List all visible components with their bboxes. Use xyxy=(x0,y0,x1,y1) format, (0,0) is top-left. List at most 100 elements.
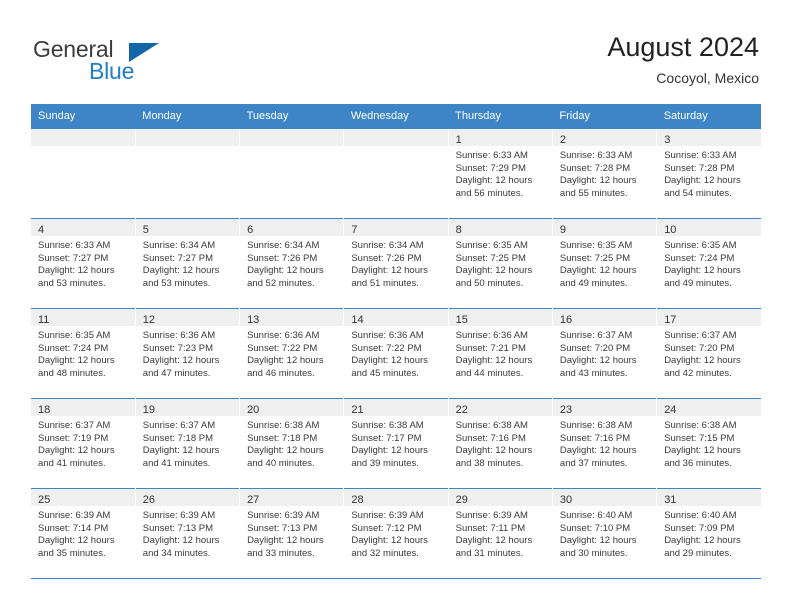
day-detail-list: Sunrise: 6:39 AM Sunset: 7:12 PM Daylight:… xyxy=(344,506,447,560)
day-number-band: 18 xyxy=(31,399,135,416)
day-number: 31 xyxy=(664,494,677,506)
calendar-week-row: 25 Sunrise: 6:39 AM Sunset: 7:14 PM Dayligh… xyxy=(31,488,761,579)
sunset-text: Sunset: 7:18 PM xyxy=(142,432,214,444)
sunset-text: Sunset: 7:27 PM xyxy=(38,252,109,264)
daylight-text-cont: and 39 minutes. xyxy=(351,457,419,469)
calendar-day-cell[interactable]: 29 Sunrise: 6:39 AM Sunset: 7:11 PM Dayligh… xyxy=(447,488,553,579)
day-number-band: 4 xyxy=(31,219,135,236)
day-number: 9 xyxy=(559,224,567,236)
calendar-cell-empty xyxy=(134,128,240,219)
day-number: 13 xyxy=(247,314,260,326)
daylight-text-cont: and 30 minutes. xyxy=(559,547,628,559)
sunrise-text: Sunrise: 6:39 AM xyxy=(142,510,216,521)
calendar-week-row: 18 Sunrise: 6:37 AM Sunset: 7:19 PM Dayligh… xyxy=(31,398,761,489)
daylight-text-cont: and 46 minutes. xyxy=(247,367,315,379)
calendar-day-cell[interactable]: 7 Sunrise: 6:34 AM Sunset: 7:26 PM Daylight… xyxy=(343,218,449,309)
calendar-day-cell[interactable]: 26 Sunrise: 6:39 AM Sunset: 7:13 PM Dayligh… xyxy=(134,488,240,579)
sunrise-text: Sunrise: 6:34 AM xyxy=(247,240,320,251)
sunrise-text: Sunrise: 6:37 AM xyxy=(559,330,633,341)
day-number-band xyxy=(135,129,240,146)
daylight-text: Daylight: 12 hours xyxy=(559,175,637,187)
daylight-text-cont: and 56 minutes. xyxy=(455,187,524,199)
day-detail-list xyxy=(240,146,343,150)
daylight-text-cont: and 45 minutes. xyxy=(351,367,419,379)
sunset-text: Sunset: 7:17 PM xyxy=(351,432,422,444)
day-number-band: 27 xyxy=(240,489,344,506)
calendar-day-cell[interactable]: 6 Sunrise: 6:34 AM Sunset: 7:26 PM Daylight… xyxy=(239,218,344,309)
daylight-text-cont: and 49 minutes. xyxy=(664,277,732,289)
day-number-band: 24 xyxy=(657,399,761,416)
general-blue-logo[interactable]: General Blue xyxy=(33,36,203,88)
calendar-day-cell[interactable]: 2 Sunrise: 6:33 AM Sunset: 7:28 PM Daylight… xyxy=(551,128,657,219)
sunrise-text: Sunrise: 6:39 AM xyxy=(351,510,424,521)
day-cell-inner: 25 Sunrise: 6:39 AM Sunset: 7:14 PM Dayligh… xyxy=(31,489,135,578)
weekday-header-monday: Monday xyxy=(135,104,240,129)
calendar-day-cell[interactable]: 20 Sunrise: 6:38 AM Sunset: 7:18 PM Dayligh… xyxy=(239,398,344,489)
calendar-day-cell[interactable]: 21 Sunrise: 6:38 AM Sunset: 7:17 PM Dayligh… xyxy=(343,398,449,489)
sunset-text: Sunset: 7:13 PM xyxy=(142,522,214,534)
calendar-day-cell[interactable]: 5 Sunrise: 6:34 AM Sunset: 7:27 PM Daylight… xyxy=(134,218,240,309)
daylight-text: Daylight: 12 hours xyxy=(351,535,428,547)
day-number-band xyxy=(31,129,135,146)
sunrise-text: Sunrise: 6:36 AM xyxy=(247,330,320,341)
calendar-day-cell[interactable]: 17 Sunrise: 6:37 AM Sunset: 7:20 PM Dayligh… xyxy=(656,308,761,399)
calendar-day-cell[interactable]: 3 Sunrise: 6:33 AM Sunset: 7:28 PM Daylight… xyxy=(656,128,761,219)
sunset-text: Sunset: 7:09 PM xyxy=(664,522,735,534)
sunrise-text: Sunrise: 6:36 AM xyxy=(455,330,528,341)
calendar-day-cell[interactable]: 8 Sunrise: 6:35 AM Sunset: 7:25 PM Daylight… xyxy=(447,218,553,309)
day-cell-inner: 12 Sunrise: 6:36 AM Sunset: 7:23 PM Dayligh… xyxy=(135,309,240,398)
calendar-day-cell[interactable]: 19 Sunrise: 6:37 AM Sunset: 7:18 PM Dayligh… xyxy=(134,398,240,489)
calendar-day-cell[interactable]: 31 Sunrise: 6:40 AM Sunset: 7:09 PM Dayligh… xyxy=(656,488,761,579)
day-number: 28 xyxy=(351,494,364,506)
day-cell-inner: 21 Sunrise: 6:38 AM Sunset: 7:17 PM Dayligh… xyxy=(344,399,448,488)
day-cell-inner: 23 Sunrise: 6:38 AM Sunset: 7:16 PM Dayligh… xyxy=(552,399,657,488)
daylight-text-cont: and 36 minutes. xyxy=(664,457,732,469)
calendar-day-cell[interactable]: 23 Sunrise: 6:38 AM Sunset: 7:16 PM Dayligh… xyxy=(551,398,657,489)
calendar-day-cell[interactable]: 11 Sunrise: 6:35 AM Sunset: 7:24 PM Dayligh… xyxy=(31,308,136,399)
day-number-band: 19 xyxy=(135,399,240,416)
day-number: 16 xyxy=(559,314,573,326)
sunset-text: Sunset: 7:29 PM xyxy=(455,162,526,174)
day-cell-inner: 14 Sunrise: 6:36 AM Sunset: 7:22 PM Dayligh… xyxy=(344,309,448,398)
calendar-day-cell[interactable]: 4 Sunrise: 6:33 AM Sunset: 7:27 PM Daylight… xyxy=(31,218,136,309)
calendar-day-cell[interactable]: 12 Sunrise: 6:36 AM Sunset: 7:23 PM Dayligh… xyxy=(134,308,240,399)
calendar-day-cell[interactable]: 25 Sunrise: 6:39 AM Sunset: 7:14 PM Dayligh… xyxy=(31,488,136,579)
daylight-text-cont: and 42 minutes. xyxy=(664,367,732,379)
day-cell-inner xyxy=(344,129,448,218)
daylight-text-cont: and 38 minutes. xyxy=(455,457,524,469)
day-number-band: 12 xyxy=(135,309,240,326)
sunset-text: Sunset: 7:22 PM xyxy=(247,342,318,354)
day-cell-inner: 1 Sunrise: 6:33 AM Sunset: 7:29 PM Daylight… xyxy=(448,129,552,218)
weekday-header-wednesday: Wednesday xyxy=(343,104,449,129)
day-number: 8 xyxy=(455,224,462,236)
calendar-day-cell[interactable]: 27 Sunrise: 6:39 AM Sunset: 7:13 PM Dayligh… xyxy=(239,488,344,579)
sunrise-text: Sunrise: 6:34 AM xyxy=(351,240,424,251)
day-number: 12 xyxy=(142,314,156,326)
calendar-day-cell[interactable]: 18 Sunrise: 6:37 AM Sunset: 7:19 PM Dayligh… xyxy=(31,398,136,489)
sunrise-text: Sunrise: 6:38 AM xyxy=(455,420,528,431)
calendar-day-cell[interactable]: 15 Sunrise: 6:36 AM Sunset: 7:21 PM Dayligh… xyxy=(447,308,553,399)
calendar-day-cell[interactable]: 9 Sunrise: 6:35 AM Sunset: 7:25 PM Daylight… xyxy=(551,218,657,309)
sunset-text: Sunset: 7:15 PM xyxy=(664,432,735,444)
daylight-text-cont: and 41 minutes. xyxy=(38,457,106,469)
sunrise-text: Sunrise: 6:33 AM xyxy=(38,240,111,251)
sunset-text: Sunset: 7:24 PM xyxy=(38,342,109,354)
daylight-text: Daylight: 12 hours xyxy=(38,535,115,547)
daylight-text: Daylight: 12 hours xyxy=(38,265,115,277)
calendar-day-cell[interactable]: 13 Sunrise: 6:36 AM Sunset: 7:22 PM Dayligh… xyxy=(239,308,344,399)
weekday-header-sunday: Sunday xyxy=(31,104,136,129)
day-detail-list: Sunrise: 6:40 AM Sunset: 7:09 PM Daylight:… xyxy=(657,506,761,560)
calendar-day-cell[interactable]: 28 Sunrise: 6:39 AM Sunset: 7:12 PM Dayligh… xyxy=(343,488,449,579)
calendar-day-cell[interactable]: 1 Sunrise: 6:33 AM Sunset: 7:29 PM Daylight… xyxy=(447,128,553,219)
calendar-day-cell[interactable]: 14 Sunrise: 6:36 AM Sunset: 7:22 PM Dayligh… xyxy=(343,308,449,399)
calendar-day-cell[interactable]: 24 Sunrise: 6:38 AM Sunset: 7:15 PM Dayligh… xyxy=(656,398,761,489)
day-detail-list: Sunrise: 6:38 AM Sunset: 7:15 PM Daylight:… xyxy=(657,416,761,470)
day-cell-inner: 16 Sunrise: 6:37 AM Sunset: 7:20 PM Dayligh… xyxy=(552,309,657,398)
weekday-header-thursday: Thursday xyxy=(448,104,553,129)
daylight-text-cont: and 32 minutes. xyxy=(351,547,419,559)
calendar-day-cell[interactable]: 22 Sunrise: 6:38 AM Sunset: 7:16 PM Dayligh… xyxy=(447,398,553,489)
calendar-day-cell[interactable]: 30 Sunrise: 6:40 AM Sunset: 7:10 PM Dayligh… xyxy=(551,488,657,579)
day-cell-inner: 30 Sunrise: 6:40 AM Sunset: 7:10 PM Dayligh… xyxy=(552,489,657,578)
calendar-day-cell[interactable]: 16 Sunrise: 6:37 AM Sunset: 7:20 PM Dayligh… xyxy=(551,308,657,399)
calendar-day-cell[interactable]: 10 Sunrise: 6:35 AM Sunset: 7:24 PM Dayligh… xyxy=(656,218,761,309)
